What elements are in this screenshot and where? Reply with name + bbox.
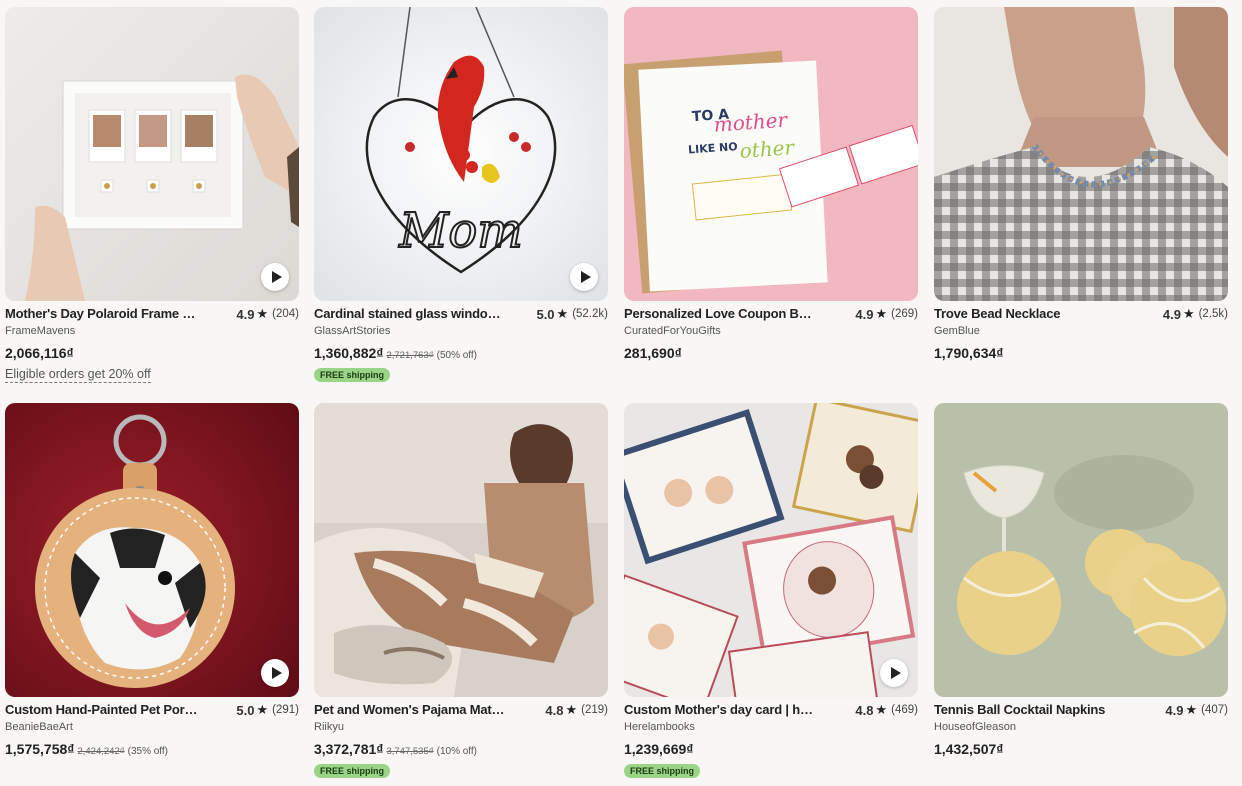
shop-name: HouseofGleason (934, 721, 1016, 733)
listing-rating: 5.0 ★ (291) (236, 702, 299, 718)
review-count: (2.5k) (1198, 308, 1228, 320)
listing-title[interactable]: Custom Mother's day card | hand ... (624, 702, 819, 717)
listing-price: 281,690₫ (624, 345, 682, 361)
shop-name: Riikyu (314, 721, 344, 733)
discount-label: (10% off) (436, 746, 477, 757)
listing-image[interactable]: TO A mother LIKE NO other (624, 7, 918, 301)
discount-label: (50% off) (436, 350, 477, 361)
shop-name: GlassArtStories (314, 325, 391, 337)
listing-price: 3,372,781₫ (314, 741, 384, 757)
rating-value: 4.9 (236, 306, 255, 322)
pajama-image (314, 403, 608, 697)
star-icon: ★ (875, 306, 888, 321)
free-shipping-badge: FREE shipping (624, 764, 700, 778)
listing-rating: 4.9 ★ (204) (236, 306, 299, 322)
listing-title[interactable]: Tennis Ball Cocktail Napkins (934, 702, 1129, 717)
rating-value: 4.9 (1162, 306, 1181, 322)
rating-value: 5.0 (236, 702, 255, 718)
play-video-icon[interactable] (261, 263, 289, 291)
star-icon: ★ (256, 306, 269, 321)
star-icon: ★ (556, 306, 569, 321)
discount-label: (35% off) (127, 746, 168, 757)
coupon-card-image: TO A mother LIKE NO other (624, 7, 918, 301)
suncatcher-word: Mom (398, 203, 523, 259)
review-count: (291) (272, 704, 299, 716)
listing-price: 1,790,634₫ (934, 345, 1004, 361)
review-count: (204) (272, 308, 299, 320)
free-shipping-badge: FREE shipping (314, 764, 390, 778)
listing-card[interactable]: Custom Mother's day card | hand ... 4.8 … (624, 403, 918, 779)
listing-rating: 5.0 ★ (52.2k) (536, 306, 608, 322)
listing-card[interactable]: Mother's Day Polaroid Frame wit... 4.9 ★… (5, 7, 299, 383)
shop-name: FrameMavens (5, 325, 76, 337)
listing-price: 1,360,882₫ (314, 345, 384, 361)
listing-rating: 4.9 ★ (2.5k) (1163, 306, 1228, 322)
star-icon: ★ (1182, 306, 1195, 321)
shop-name: Herelambooks (624, 721, 695, 733)
review-count: (52.2k) (572, 308, 608, 320)
listing-image[interactable] (5, 403, 299, 697)
shop-name: BeanieBaeArt (5, 721, 73, 733)
cardinal-suncatcher-image: Mom (314, 7, 608, 301)
card-text-line4: other (739, 135, 796, 163)
listing-card[interactable]: Trove Bead Necklace 4.9 ★ (2.5k) GemBlue… (934, 7, 1228, 363)
listing-rating: 4.9 ★ (269) (855, 306, 918, 322)
listing-title[interactable]: Trove Bead Necklace (934, 306, 1129, 321)
listing-card[interactable]: TO A mother LIKE NO other Personalized L… (624, 7, 918, 363)
original-price: 3,747,535₫ (386, 746, 434, 757)
star-icon: ★ (1185, 702, 1198, 717)
play-video-icon[interactable] (261, 659, 289, 687)
free-shipping-badge: FREE shipping (314, 368, 390, 382)
listing-title[interactable]: Personalized Love Coupon Book f... (624, 306, 819, 321)
tennis-napkins-image (934, 403, 1228, 697)
listing-title[interactable]: Custom Hand-Painted Pet Portrai... (5, 702, 200, 717)
polaroid-frame-image (5, 7, 299, 301)
listing-price: 1,432,507₫ (934, 741, 1004, 757)
rating-value: 5.0 (536, 306, 555, 322)
listing-price: 1,575,758₫ (5, 741, 75, 757)
listing-rating: 4.8 ★ (469) (855, 702, 918, 718)
listing-title[interactable]: Mother's Day Polaroid Frame wit... (5, 306, 200, 321)
original-price: 2,721,763₫ (386, 350, 434, 361)
listing-card[interactable]: Custom Hand-Painted Pet Portrai... 5.0 ★… (5, 403, 299, 759)
review-count: (469) (891, 704, 918, 716)
shop-name: GemBlue (934, 325, 980, 337)
rating-value: 4.8 (855, 702, 874, 718)
star-icon: ★ (565, 702, 578, 717)
mothers-day-cards-image (624, 403, 918, 697)
listing-image[interactable] (314, 403, 608, 697)
rating-value: 4.8 (545, 702, 564, 718)
listing-title[interactable]: Cardinal stained glass window ha... (314, 306, 509, 321)
listing-price: 2,066,116₫ (5, 345, 74, 361)
listing-card[interactable]: Tennis Ball Cocktail Napkins 4.9 ★ (407)… (934, 403, 1228, 759)
listing-image[interactable] (934, 403, 1228, 697)
review-count: (219) (581, 704, 608, 716)
listing-title[interactable]: Pet and Women's Pajama Match ... (314, 702, 509, 717)
listing-rating: 4.8 ★ (219) (545, 702, 608, 718)
review-count: (407) (1201, 704, 1228, 716)
star-icon: ★ (256, 702, 269, 717)
rating-value: 4.9 (855, 306, 874, 322)
review-count: (269) (891, 308, 918, 320)
listing-card[interactable]: Mom Cardinal stained glass window ha... … (314, 7, 608, 383)
shop-name: CuratedForYouGifts (624, 325, 721, 337)
rating-value: 4.9 (1165, 702, 1184, 718)
pet-keychain-image (5, 403, 299, 697)
original-price: 2,424,242₫ (77, 746, 125, 757)
promo-link[interactable]: Eligible orders get 20% off (5, 367, 151, 383)
listing-image[interactable] (5, 7, 299, 301)
listing-price: 1,239,669₫ (624, 741, 694, 757)
star-icon: ★ (875, 702, 888, 717)
listing-image[interactable] (934, 7, 1228, 301)
listing-card[interactable]: Pet and Women's Pajama Match ... 4.8 ★ (… (314, 403, 608, 779)
listing-rating: 4.9 ★ (407) (1165, 702, 1228, 718)
listing-image[interactable]: Mom (314, 7, 608, 301)
listing-image[interactable] (624, 403, 918, 697)
play-video-icon[interactable] (880, 659, 908, 687)
play-video-icon[interactable] (570, 263, 598, 291)
bead-necklace-image (934, 7, 1228, 301)
